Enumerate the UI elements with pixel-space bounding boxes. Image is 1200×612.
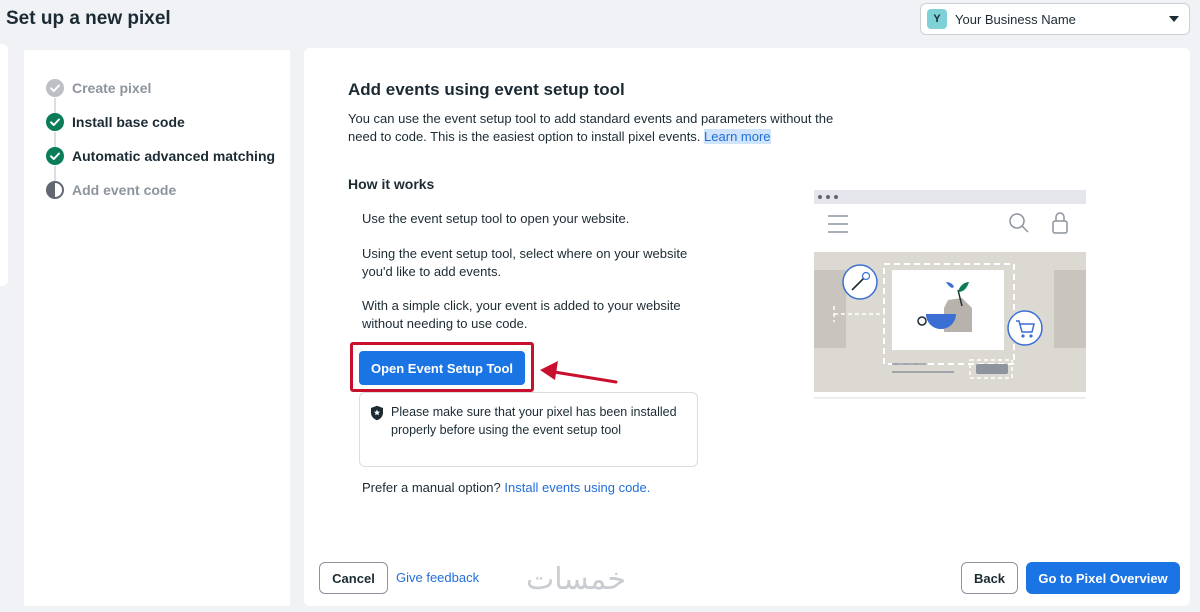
step-add-event-code[interactable]: Add event code	[46, 181, 176, 199]
manual-option-line: Prefer a manual option? Install events u…	[362, 480, 650, 495]
caret-down-icon	[1169, 16, 1179, 22]
check-circle-icon	[46, 113, 64, 131]
step-label: Add event code	[72, 182, 177, 198]
business-avatar: Y	[927, 9, 947, 29]
notice-box: Please make sure that your pixel has bee…	[359, 392, 698, 467]
manual-prefix: Prefer a manual option?	[362, 480, 501, 495]
page-title: Set up a new pixel	[6, 8, 171, 29]
how-it-works-heading: How it works	[348, 176, 435, 192]
back-button[interactable]: Back	[961, 562, 1018, 594]
learn-more-link[interactable]: Learn more	[704, 129, 771, 144]
step-create-pixel[interactable]: Create pixel	[46, 79, 151, 97]
half-circle-icon	[46, 181, 64, 199]
check-circle-icon	[46, 79, 64, 97]
collapsed-side-panel	[0, 44, 8, 286]
main-panel: Add events using event setup tool You ca…	[304, 48, 1190, 606]
section-heading: Add events using event setup tool	[348, 80, 625, 99]
give-feedback-link[interactable]: Give feedback	[396, 570, 479, 585]
step-install-base-code[interactable]: Install base code	[46, 113, 185, 131]
top-bar: Set up a new pixel Y Your Business Name	[0, 0, 1200, 40]
steps-panel: Create pixel Install base code Automatic…	[24, 50, 290, 606]
business-name: Your Business Name	[955, 11, 1076, 27]
step-connector	[54, 132, 56, 148]
how-step: Using the event setup tool, select where…	[362, 246, 688, 279]
cancel-button[interactable]: Cancel	[319, 562, 388, 594]
section-description: You can use the event setup tool to add …	[348, 110, 848, 146]
event-setup-illustration	[814, 190, 1086, 399]
shield-icon	[371, 405, 383, 421]
how-step: Use the event setup tool to open your we…	[362, 211, 630, 226]
how-step: With a simple click, your event is added…	[362, 298, 681, 331]
open-event-setup-tool-button[interactable]: Open Event Setup Tool	[359, 351, 525, 385]
step-label: Install base code	[72, 114, 185, 130]
business-selector[interactable]: Y Your Business Name	[920, 3, 1190, 35]
step-connector	[54, 166, 56, 182]
pointer-arrow-icon	[540, 361, 618, 384]
step-connector	[54, 98, 56, 114]
watermark-logo: خمسات	[526, 562, 627, 597]
notice-text: Please make sure that your pixel has bee…	[391, 405, 677, 437]
step-label: Create pixel	[72, 80, 152, 96]
step-label: Automatic advanced matching	[72, 148, 276, 164]
install-events-code-link[interactable]: Install events using code.	[504, 480, 650, 495]
step-automatic-advanced-matching[interactable]: Automatic advanced matching	[46, 147, 275, 165]
go-to-pixel-overview-button[interactable]: Go to Pixel Overview	[1026, 562, 1180, 594]
check-circle-icon	[46, 147, 64, 165]
